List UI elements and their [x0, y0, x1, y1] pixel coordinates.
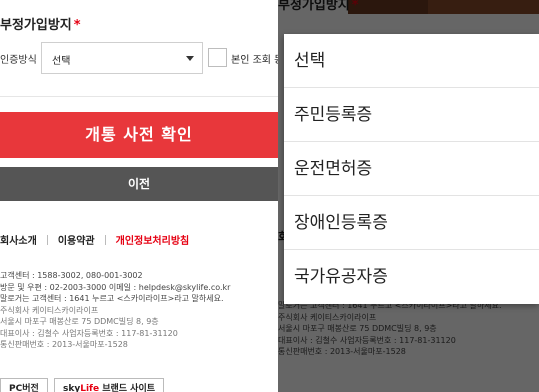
- company-link[interactable]: 회사소개: [0, 236, 37, 247]
- brand-suffix: 브랜드 사이트: [99, 384, 156, 392]
- company-info: 고객센터 : 1588-3002, 080-001-3002 방문 및 우편 :…: [0, 270, 230, 351]
- form-page: 부정가입방지* 인증방식 선택 본인 조회 동의 개통 사전 확인 이전 회사소…: [0, 0, 278, 392]
- divider: [0, 96, 278, 97]
- brand-site-button[interactable]: skyLife 브랜드 사이트: [54, 378, 165, 392]
- self-check-checkbox[interactable]: [208, 48, 227, 67]
- divider: [46, 235, 48, 245]
- pre-check-button[interactable]: 개통 사전 확인: [0, 112, 278, 158]
- auth-method-row: 인증방식 선택 본인 조회 동의: [0, 42, 278, 74]
- chevron-down-icon: [186, 56, 194, 61]
- auth-method-dropdown: 선택 주민등록증 운전면허증 장애인등록증 국가유공자증: [284, 34, 539, 304]
- required-mark: *: [73, 18, 81, 33]
- info-line: 통신판매번호 : 2013-서울마포-1528: [0, 340, 128, 349]
- auth-method-select[interactable]: 선택: [41, 42, 203, 74]
- dropdown-page: 부정가입방지* 회 말로거는 고객센터 : 1641 누르고 <스카이라이프>라…: [278, 0, 539, 392]
- footer-links: 회사소개 이용약관 개인정보처리방침: [0, 232, 189, 247]
- info-line: 방문 및 우편 : 02-2003-3000 이메일 : helpdesk@sk…: [0, 282, 231, 292]
- section-title: 부정가입방지*: [0, 18, 81, 33]
- pc-version-button[interactable]: PC버전: [0, 378, 48, 392]
- auth-method-label: 인증방식: [0, 55, 37, 66]
- privacy-link[interactable]: 개인정보처리방침: [116, 236, 190, 247]
- option-veteran-card[interactable]: 국가유공자증: [284, 250, 539, 304]
- self-check-label: 본인 조회 동의: [231, 55, 278, 66]
- info-line: 고객센터 : 1588-3002, 080-001-3002: [0, 271, 143, 280]
- info-line: 말로거는 고객센터 : 1641 누르고 <스카이라이프>라고 말하세요.: [0, 294, 224, 303]
- auth-method-value: 선택: [52, 56, 71, 67]
- info-line: 대표이사 : 김철수 사업자등록번호 : 117-81-31120: [0, 328, 178, 338]
- info-line: 서울시 마포구 매봉산로 75 DDMC빌딩 8, 9층: [0, 317, 159, 326]
- option-disability-card[interactable]: 장애인등록증: [284, 196, 539, 250]
- info-line: 주식회사 케이티스카이라이프: [0, 305, 99, 315]
- option-resident-card[interactable]: 주민등록증: [284, 88, 539, 142]
- terms-link[interactable]: 이용약관: [58, 236, 95, 247]
- prev-button[interactable]: 이전: [0, 167, 278, 201]
- divider: [104, 235, 106, 245]
- option-select[interactable]: 선택: [284, 34, 539, 88]
- brand-prefix: sky: [63, 384, 81, 392]
- option-driver-license[interactable]: 운전면허증: [284, 142, 539, 196]
- brand-mark: Life: [80, 384, 100, 392]
